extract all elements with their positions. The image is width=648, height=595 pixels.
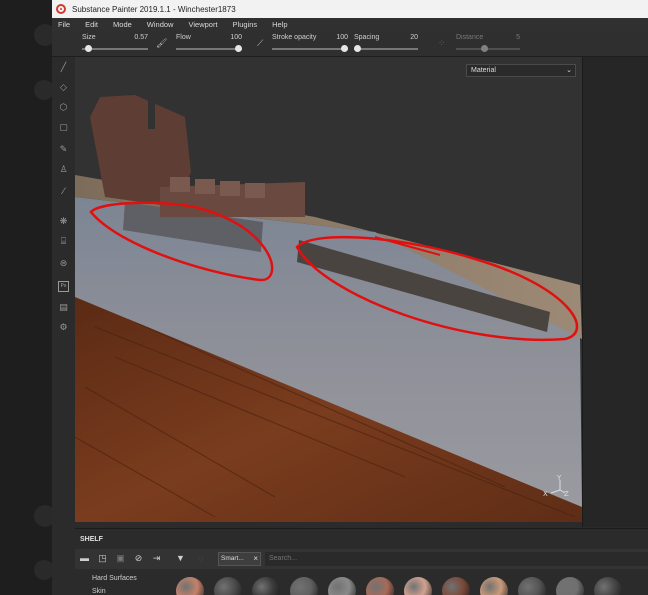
material-thumbnail[interactable] — [556, 577, 584, 595]
window-title: Substance Painter 2019.1.1 - Winchester1… — [72, 4, 236, 14]
photoshop-export-icon[interactable]: Ps — [58, 281, 69, 292]
menu-window[interactable]: Window — [147, 20, 174, 29]
texture-set-icon[interactable]: ⊜ — [58, 259, 69, 270]
material-thumbnail[interactable] — [518, 577, 546, 595]
stroke-opacity-knob[interactable] — [341, 45, 348, 52]
menu-mode[interactable]: Mode — [113, 20, 132, 29]
size-slider[interactable]: Size 0.57 — [82, 34, 148, 54]
spacing-knob[interactable] — [354, 45, 361, 52]
hide-icon[interactable]: ⊘ — [133, 553, 144, 564]
distance-label: Distance — [456, 34, 484, 41]
size-knob[interactable] — [85, 45, 93, 52]
smart-filter-label: Smart... — [221, 555, 244, 562]
shelf-toolbar: ▬ ◳ ▣ ⊘ ⇥ ▼ ◌ Smart... × — [75, 549, 648, 569]
flow-knob[interactable] — [235, 45, 242, 52]
spacing-value[interactable]: 20 — [410, 34, 418, 41]
menu-file[interactable]: File — [58, 20, 70, 29]
substance-logo-icon — [56, 4, 66, 14]
brush-flow-icon[interactable]: 🖌 — [156, 38, 167, 50]
import-icon[interactable]: ⇥ — [151, 553, 162, 564]
eraser-icon[interactable]: ◇ — [58, 83, 69, 94]
3d-viewport[interactable]: Y X Z Material ⌄ — [75, 57, 582, 522]
tool-properties-bar: Size 0.57 🖌 Flow 100 ⟋ Stroke opacity 10… — [52, 31, 648, 57]
spacing-label: Spacing — [354, 34, 380, 41]
new-folder-icon[interactable]: ◳ — [97, 553, 108, 564]
layer-stack-icon[interactable]: ❋ — [58, 217, 69, 228]
shelf-panel: SHELF ▬ ◳ ▣ ⊘ ⇥ ▼ ◌ Smart... × Hard Surf… — [75, 528, 648, 595]
folder-icon[interactable]: ▬ — [79, 553, 90, 564]
material-thumbnail[interactable] — [214, 577, 242, 595]
distance-slider[interactable]: Distance 5 — [456, 34, 520, 54]
material-thumbnail[interactable] — [442, 577, 470, 595]
axis-z-label: Z — [564, 490, 569, 498]
shelf-material-grid — [172, 569, 648, 595]
menu-viewport[interactable]: Viewport — [188, 20, 217, 29]
distance-value[interactable]: 5 — [516, 34, 520, 41]
clone-icon[interactable]: ♙ — [58, 165, 69, 176]
size-label: Size — [82, 34, 96, 41]
title-bar: Substance Painter 2019.1.1 - Winchester1… — [52, 0, 648, 18]
size-value[interactable]: 0.57 — [134, 34, 148, 41]
save-icon[interactable]: ▣ — [115, 553, 126, 564]
stroke-opacity-icon[interactable]: ⟋ — [257, 38, 267, 50]
menu-plugins[interactable]: Plugins — [233, 20, 258, 29]
spacing-slider[interactable]: Spacing 20 — [354, 34, 418, 54]
flow-slider[interactable]: Flow 100 — [176, 34, 242, 54]
category-hard-surfaces[interactable]: Hard Surfaces — [92, 575, 137, 582]
stroke-opacity-track[interactable] — [272, 48, 348, 50]
distance-knob[interactable] — [481, 45, 489, 52]
substance-painter-window: Substance Painter 2019.1.1 - Winchester1… — [52, 0, 648, 595]
shelf-categories: Hard Surfaces Skin — [75, 571, 170, 595]
background-app-strip — [0, 0, 56, 595]
stroke-opacity-label: Stroke opacity — [272, 34, 317, 41]
refresh-icon[interactable]: ◌ — [195, 553, 206, 564]
lazy-mouse-icon[interactable]: ⁘ — [438, 38, 448, 50]
export-icon[interactable]: ▤ — [58, 303, 69, 314]
chevron-down-icon: ⌄ — [566, 67, 572, 74]
material-thumbnail[interactable] — [328, 577, 356, 595]
settings-icon[interactable]: ⚙ — [58, 323, 69, 334]
rifle-model-render: Y X Z — [75, 57, 582, 522]
tools-sidebar: ╱ ◇ ⬡ ▢ ✎ ♙ ⁄ ❋ ⌸ ⊜ Ps ▤ ⚙ — [52, 57, 74, 527]
right-dock-panel — [582, 57, 648, 527]
flow-label: Flow — [176, 34, 191, 41]
color-picker-icon[interactable]: ⁄ — [58, 187, 69, 198]
viewport-mode-select[interactable]: Material ⌄ — [466, 64, 576, 77]
category-skin[interactable]: Skin — [92, 588, 106, 595]
material-thumbnail[interactable] — [366, 577, 394, 595]
menu-bar: File Edit Mode Window Viewport Plugins H… — [52, 18, 648, 31]
stroke-opacity-value[interactable]: 100 — [336, 34, 348, 41]
material-thumbnail[interactable] — [480, 577, 508, 595]
material-thumbnail[interactable] — [594, 577, 622, 595]
spacing-track[interactable] — [354, 48, 418, 50]
baking-icon[interactable]: ⌸ — [58, 237, 69, 248]
flow-value[interactable]: 100 — [230, 34, 242, 41]
flow-track[interactable] — [176, 48, 242, 50]
polygon-fill-icon[interactable]: ▢ — [58, 123, 69, 134]
menu-help[interactable]: Help — [272, 20, 287, 29]
viewport-mode-value: Material — [471, 67, 496, 74]
material-thumbnail[interactable] — [404, 577, 432, 595]
axis-y-label: Y — [556, 474, 562, 482]
paint-brush-icon[interactable]: ╱ — [58, 63, 69, 74]
close-icon[interactable]: × — [253, 553, 258, 565]
material-thumbnail[interactable] — [176, 577, 204, 595]
filter-icon[interactable]: ▼ — [175, 553, 186, 564]
sight-notch — [148, 97, 155, 129]
menu-edit[interactable]: Edit — [85, 20, 98, 29]
axis-x-label: X — [543, 490, 548, 498]
projection-icon[interactable]: ⬡ — [58, 103, 69, 114]
material-thumbnail[interactable] — [290, 577, 318, 595]
smudge-icon[interactable]: ✎ — [58, 145, 69, 156]
material-thumbnail[interactable] — [252, 577, 280, 595]
shelf-title: SHELF — [80, 536, 103, 543]
shelf-search-input[interactable] — [265, 552, 648, 566]
smart-filter-tag[interactable]: Smart... × — [218, 552, 261, 566]
stroke-opacity-slider[interactable]: Stroke opacity 100 — [272, 34, 348, 54]
